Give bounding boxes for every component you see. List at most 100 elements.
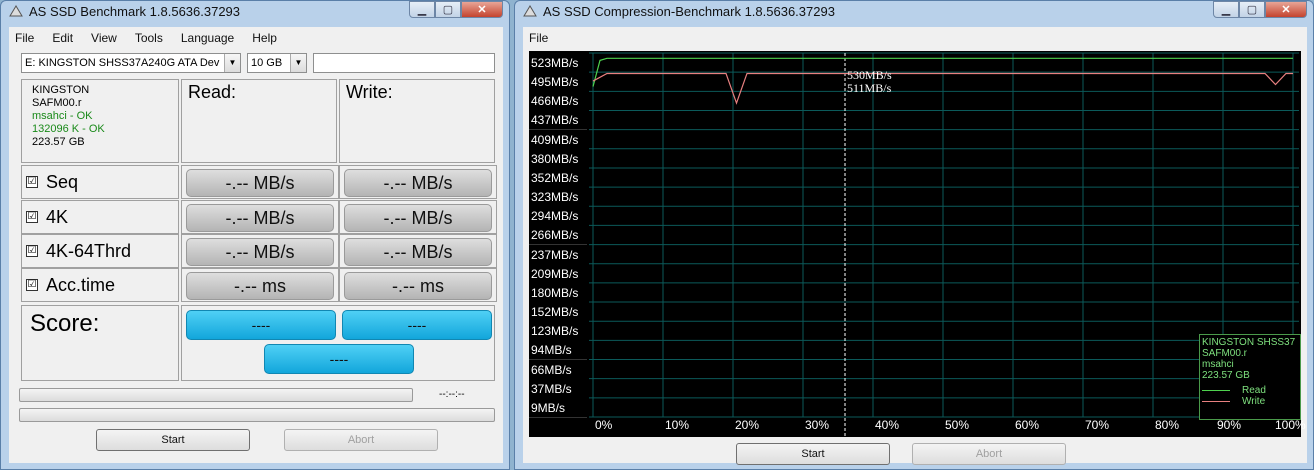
y-tick-label: 523MB/s [529,53,587,73]
acc-read-cell: -.-- ms [181,268,339,302]
main-titlebar[interactable]: AS SSD Benchmark 1.8.5636.37293 ▁ ▢ ✕ [1,1,509,23]
close-icon: ✕ [477,4,487,16]
menu-edit[interactable]: Edit [52,31,73,45]
test-row-seq[interactable]: ☑ Seq [21,165,179,199]
drive-firmware: SAFM00.r [32,97,82,109]
y-tick-label: 437MB/s [529,110,587,131]
seq-write-value: -.-- MB/s [344,169,492,197]
abort-button[interactable]: Abort [284,429,438,451]
chevron-down-icon: ▼ [224,54,240,72]
menu-file[interactable]: File [529,31,548,45]
menu-view[interactable]: View [91,31,117,45]
4k-write-cell: -.-- MB/s [339,200,497,234]
drive-select-value: E: KINGSTON SHSS37A240G ATA Dev [25,57,220,69]
score-panel: ---- ---- ---- [181,305,495,381]
start-button[interactable]: Start [96,429,250,451]
minimize-button[interactable]: ▁ [1213,1,1239,18]
score-write: ---- [342,310,492,340]
maximize-button[interactable]: ▢ [1239,1,1265,18]
minimize-button[interactable]: ▁ [409,1,435,18]
close-button[interactable]: ✕ [1265,1,1307,18]
test-row-acc-time[interactable]: ☑ Acc.time [21,268,179,302]
y-tick-label: 180MB/s [529,282,587,303]
menu-language[interactable]: Language [181,31,234,45]
x-tick-label: 60% [1015,418,1040,432]
y-tick-label: 123MB/s [529,321,587,342]
legend-read: Read [1202,385,1298,396]
checkbox-icon[interactable]: ☑ [26,245,38,257]
alignment-status: 132096 K - OK [32,123,105,135]
size-select-value: 10 GB [251,57,283,69]
x-tick-label: 70% [1085,418,1110,432]
size-select[interactable]: 10 GB ▼ [247,53,307,73]
y-tick-label: 152MB/s [529,302,587,323]
compression-window-title: AS SSD Compression-Benchmark 1.8.5636.37… [543,4,835,19]
minimize-icon: ▁ [417,4,427,16]
score-label: Score: [21,305,179,381]
menu-tools[interactable]: Tools [135,31,163,45]
menu-file[interactable]: File [15,31,34,45]
y-tick-label: 9MB/s [529,397,587,418]
compression-abort-button[interactable]: Abort [912,443,1066,465]
maximize-button[interactable]: ▢ [435,1,461,18]
test-row-4k[interactable]: ☑ 4K [21,200,179,234]
4k-write-value: -.-- MB/s [344,204,492,232]
maximize-icon: ▢ [442,4,454,16]
close-icon: ✕ [1281,4,1291,16]
y-tick-label: 380MB/s [529,148,587,169]
main-window-title: AS SSD Benchmark 1.8.5636.37293 [29,4,241,19]
compression-start-button[interactable]: Start [736,443,890,465]
y-tick-label: 294MB/s [529,206,587,227]
x-tick-label: 0% [595,418,613,432]
compression-client-area: File 523MB/s 495MB/s 466MB/s 437MB/s 409MB/s… [523,27,1307,465]
menu-help[interactable]: Help [252,31,277,45]
checkbox-icon[interactable]: ☑ [26,279,38,291]
main-menubar: File Edit View Tools Language Help [9,27,503,49]
driver-status: msahci - OK [32,110,93,122]
y-tick-label: 66MB/s [529,359,587,380]
chart-legend: KINGSTON SHSS37 SAFM00.r msahci 223.57 G… [1199,334,1301,420]
progress-bar-bottom [19,408,495,422]
y-tick-label: 37MB/s [529,378,587,399]
4k-read-value: -.-- MB/s [186,204,334,232]
4k-read-cell: -.-- MB/s [181,200,339,234]
chart-svg [589,52,1299,437]
y-tick-label: 323MB/s [529,187,587,208]
compression-menubar: File [523,27,1307,49]
x-tick-label: 50% [945,418,970,432]
x-tick-label: 100% [1275,418,1306,432]
legend-capacity: 223.57 GB [1202,370,1250,381]
y-tick-label: 266MB/s [529,225,587,246]
close-button[interactable]: ✕ [461,1,503,18]
seq-write-cell: -.-- MB/s [339,165,497,199]
acc-read-value: -.-- ms [186,272,334,300]
y-tick-label: 237MB/s [529,244,587,265]
x-tick-label: 80% [1155,418,1180,432]
compression-titlebar[interactable]: AS SSD Compression-Benchmark 1.8.5636.37… [515,1,1313,23]
drive-select[interactable]: E: KINGSTON SHSS37A240G ATA Dev ▼ [21,53,241,73]
legend-read-swatch [1202,390,1230,391]
y-tick-label: 209MB/s [529,263,587,284]
x-tick-label: 10% [665,418,690,432]
test-label: 4K [46,206,69,227]
app-icon [9,5,23,17]
write-annotation: 511MB/s [847,81,892,95]
compression-chart: 523MB/s 495MB/s 466MB/s 437MB/s 409MB/s 380MB… [529,51,1306,437]
drive-model: KINGSTON [32,84,90,96]
minimize-icon: ▁ [1221,4,1231,16]
acc-write-value: -.-- ms [344,272,492,300]
main-benchmark-window: AS SSD Benchmark 1.8.5636.37293 ▁ ▢ ✕ Fi… [0,0,510,470]
legend-write-swatch [1202,401,1230,402]
blank-field[interactable] [313,53,495,73]
test-row-4k-64thrd[interactable]: ☑ 4K-64Thrd [21,234,179,268]
checkbox-icon[interactable]: ☑ [26,176,38,188]
legend-model: KINGSTON SHSS37 [1202,337,1296,348]
drive-info-panel: KINGSTON SAFM00.r msahci - OK 132096 K -… [21,79,179,163]
x-tick-label: 30% [805,418,830,432]
test-label: Seq [46,171,79,192]
maximize-icon: ▢ [1246,4,1258,16]
x-tick-label: 90% [1217,418,1242,432]
y-tick-label: 409MB/s [529,129,587,150]
read-header: Read: [181,79,337,163]
checkbox-icon[interactable]: ☑ [26,211,38,223]
